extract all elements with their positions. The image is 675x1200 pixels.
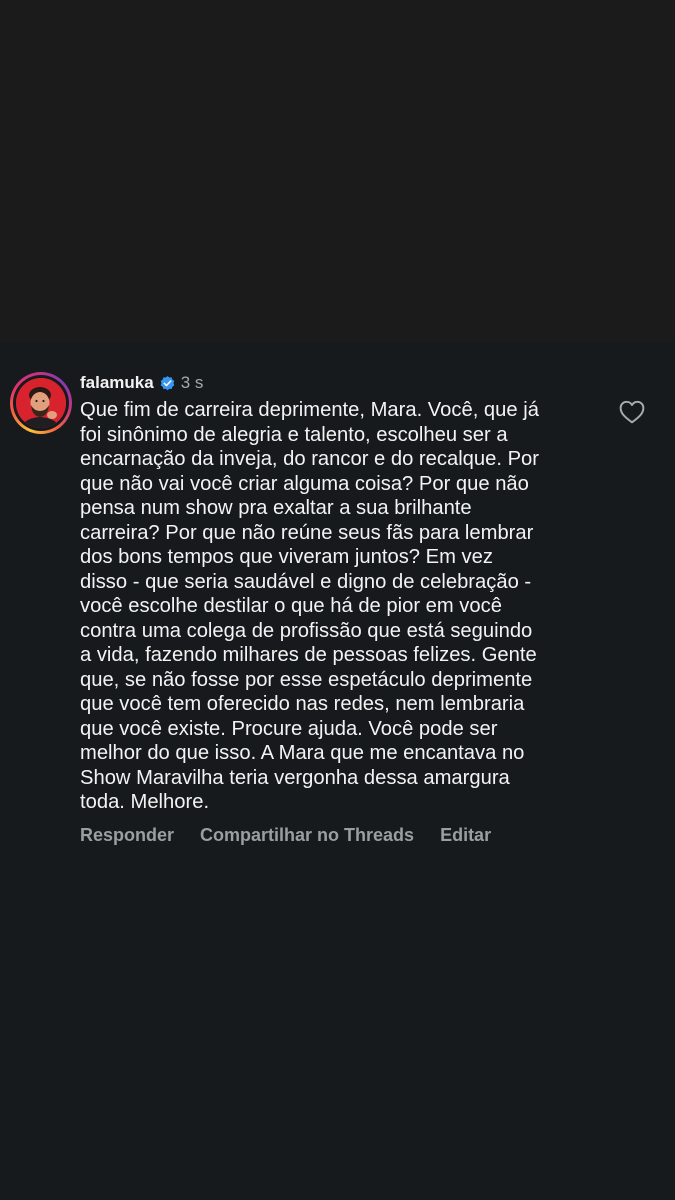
dimmed-background: [0, 0, 675, 342]
avatar-person-icon: [16, 378, 66, 428]
comment: falamuka 3 s Que fim de carreira deprime…: [80, 370, 610, 846]
heart-outline-icon[interactable]: [619, 400, 645, 424]
timestamp: 3 s: [180, 373, 204, 392]
comment-text: Que fim de carreira deprimente, Mara. Vo…: [80, 399, 539, 813]
story-ring[interactable]: [10, 372, 72, 434]
avatar[interactable]: [16, 378, 66, 428]
comment-header: falamuka 3 s: [80, 370, 610, 396]
comment-actions: Responder Compartilhar no Threads Editar: [80, 825, 610, 846]
username[interactable]: falamuka: [80, 373, 154, 393]
avatar-gap: [13, 375, 69, 431]
verified-badge-icon: [160, 375, 175, 390]
reply-button[interactable]: Responder: [80, 825, 174, 846]
share-threads-button[interactable]: Compartilhar no Threads: [200, 825, 414, 846]
edit-button[interactable]: Editar: [440, 825, 491, 846]
